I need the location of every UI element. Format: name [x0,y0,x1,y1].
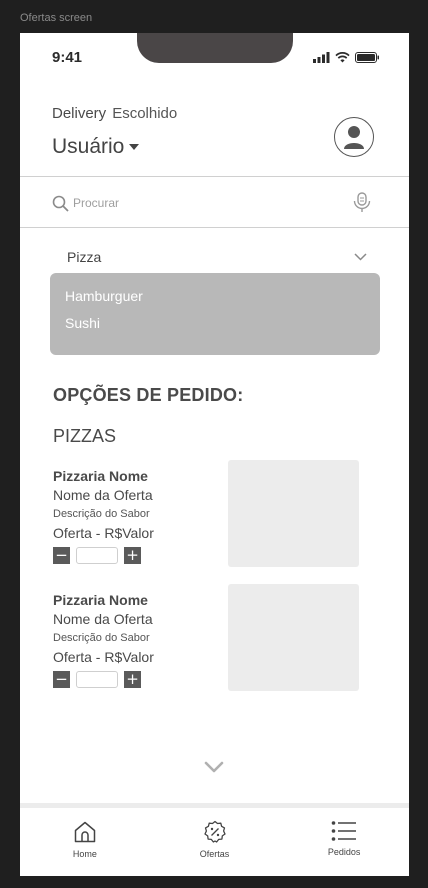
discount-badge-icon [203,820,226,843]
quantity-input[interactable] [76,671,118,688]
microphone-icon[interactable] [352,191,372,213]
nav-label-pedidos: Pedidos [327,847,361,857]
search-icon [52,195,69,212]
battery-icon [355,52,379,63]
caret-down-icon [129,144,140,150]
section-title: OPÇÕES DE PEDIDO: [53,385,244,405]
category-title: PIZZAS [53,426,117,446]
bottom-nav: Home Ofertas Pedidos [20,808,409,876]
category-selected: Pizza [67,249,102,265]
category-dropdown: Hamburguer Sushi [50,273,380,355]
avatar[interactable] [334,117,374,157]
header-divider [20,176,409,177]
wifi-icon [335,52,350,63]
home-icon [74,821,96,843]
nav-item-ofertas[interactable]: Ofertas [150,808,280,876]
chevron-down-icon[interactable] [204,761,224,773]
nav-item-pedidos[interactable]: Pedidos [279,808,409,876]
nav-label-home: Home [72,849,97,859]
dropdown-option-sushi[interactable]: Sushi [65,315,100,331]
nav-item-home[interactable]: Home [20,808,150,876]
offer-image-placeholder [228,460,359,567]
chosen-label: Escolhido [112,105,178,122]
increase-button[interactable]: + [124,671,141,688]
delivery-header: Delivery Escolhido [52,105,177,122]
signal-icon [313,52,330,63]
dropdown-option-hamburguer[interactable]: Hamburguer [65,288,143,304]
user-label: Usuário [52,135,125,158]
decrease-button[interactable]: − [53,547,70,564]
search-bar [52,191,372,215]
status-icons [313,52,379,63]
offer-card[interactable]: Pizzaria Nome Nome da Oferta Descrição d… [53,584,363,702]
nav-label-ofertas: Ofertas [199,849,230,859]
frame-label: Ofertas screen [20,12,93,24]
category-select[interactable]: Pizza [67,249,367,265]
chevron-down-icon [354,253,367,261]
delivery-label: Delivery [52,105,107,122]
phone-screen: 9:41 Delivery Escolhido Usuário Procurar… [20,33,409,876]
offer-card[interactable]: Pizzaria Nome Nome da Oferta Descrição d… [53,460,363,578]
user-selector[interactable]: Usuário [52,135,140,159]
quantity-input[interactable] [76,547,118,564]
search-divider [20,227,409,228]
device-notch [137,33,293,63]
status-time: 9:41 [52,49,83,66]
search-input[interactable] [73,196,323,210]
increase-button[interactable]: + [124,547,141,564]
user-avatar-icon [344,126,364,149]
decrease-button[interactable]: − [53,671,70,688]
list-icon [331,821,357,841]
offer-image-placeholder [228,584,359,691]
